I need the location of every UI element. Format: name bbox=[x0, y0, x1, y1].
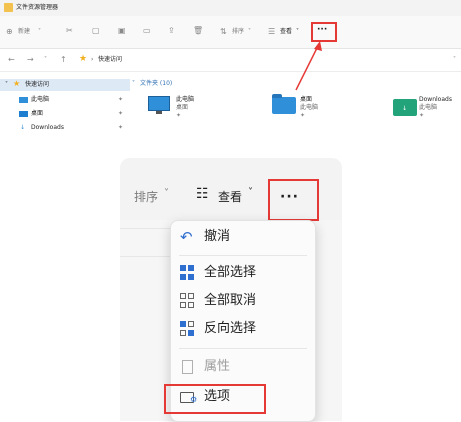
nav-item-label: 桌面 bbox=[31, 110, 44, 117]
window-title: 文件资源管理器 bbox=[16, 4, 59, 11]
up-arrow-icon[interactable]: ↑ bbox=[60, 55, 67, 64]
folder-name: Downloads bbox=[419, 96, 452, 103]
zoom-sort-button[interactable]: 排序 ˅ bbox=[134, 188, 178, 206]
zoomed-menu-panel: 排序 ˅ ☷ 查看 ˅ ··· ↶ 撤消 全部选择 全部取消 反向选择 属性 ⚙… bbox=[120, 158, 342, 422]
pin-icon: ✦ bbox=[176, 112, 182, 119]
menu-item-invert-selection[interactable]: 反向选择 bbox=[171, 315, 315, 343]
paste-icon[interactable]: ▣ bbox=[118, 26, 126, 35]
chevron-down-icon: ˅ bbox=[296, 28, 299, 35]
address-chevron-icon[interactable]: ˅ bbox=[453, 56, 456, 64]
folder-icon bbox=[272, 97, 296, 114]
select-none-icon bbox=[180, 293, 196, 309]
delete-icon[interactable]: 🗑 bbox=[193, 26, 203, 35]
chevron-down-icon: ˅ bbox=[248, 187, 253, 198]
address-bar: ← → ˅ ↑ ★ › 快速访问 ˅ bbox=[0, 49, 461, 72]
pin-icon: ✦ bbox=[118, 110, 124, 117]
nav-item-desktop[interactable]: 桌面 ✦ bbox=[0, 108, 130, 120]
new-icon: ⊕ bbox=[6, 27, 13, 36]
chevron-down-icon: ˅ bbox=[248, 28, 251, 35]
nav-item-downloads[interactable]: ↓ Downloads ✦ bbox=[0, 122, 130, 133]
nav-item-label: Downloads bbox=[31, 124, 64, 131]
pin-icon: ✦ bbox=[300, 112, 306, 119]
star-icon: ★ bbox=[13, 79, 21, 88]
download-arrow-icon: ↓ bbox=[402, 105, 408, 112]
pin-icon: ✦ bbox=[118, 96, 124, 103]
toolbar: ⊕ 新建 ˅ ✂ ▢ ▣ ▭ ⇪ 🗑 ⇅ 排序 ˅ ☰ 查看 ˅ ··· bbox=[0, 16, 461, 49]
menu-separator bbox=[179, 348, 307, 349]
breadcrumb-quick-access[interactable]: 快速访问 bbox=[98, 56, 122, 64]
nav-item-label: 快速访问 bbox=[25, 81, 50, 88]
nav-item-quick-access[interactable]: ˅ ★ 快速访问 bbox=[0, 79, 130, 91]
properties-icon bbox=[182, 360, 193, 374]
zoom-view-button[interactable]: ☷ 查看 ˅ bbox=[196, 186, 262, 206]
background-row-divider bbox=[120, 256, 170, 257]
download-icon: ↓ bbox=[20, 124, 26, 131]
monitor-icon bbox=[148, 96, 170, 111]
menu-item-select-all[interactable]: 全部选择 bbox=[171, 259, 315, 287]
history-chevron-icon[interactable]: ˅ bbox=[44, 56, 47, 64]
title-bar: 文件资源管理器 bbox=[0, 0, 461, 16]
rename-icon[interactable]: ▭ bbox=[143, 26, 151, 35]
menu-item-label: 撤消 bbox=[204, 229, 231, 244]
navigation-pane: ˅ ★ 快速访问 此电脑 ✦ 桌面 ✦ ↓ Downloads ✦ bbox=[0, 72, 130, 133]
menu-item-undo[interactable]: ↶ 撤消 bbox=[171, 223, 315, 251]
background-row-divider bbox=[120, 228, 170, 229]
zoom-view-label: 查看 bbox=[218, 190, 243, 204]
sort-button-label: 排序 bbox=[232, 28, 245, 35]
forward-arrow-icon[interactable]: → bbox=[27, 55, 34, 64]
folder-subtitle: 此电脑 bbox=[300, 104, 319, 111]
nav-item-this-pc[interactable]: 此电脑 ✦ bbox=[0, 94, 130, 106]
menu-item-select-none[interactable]: 全部取消 bbox=[171, 287, 315, 315]
folder-item-this-pc[interactable]: 此电脑 桌面 ✦ bbox=[146, 94, 236, 124]
folder-tab bbox=[272, 94, 282, 98]
view-button-label: 查看 bbox=[280, 28, 293, 35]
monitor-stand bbox=[156, 111, 162, 114]
folder-item-downloads[interactable]: ↓ Downloads 此电脑 ✦ bbox=[392, 94, 461, 124]
new-button[interactable]: ⊕ 新建 ˅ bbox=[6, 26, 50, 38]
menu-item-label: 反向选择 bbox=[204, 321, 257, 336]
share-icon[interactable]: ⇪ bbox=[168, 26, 175, 35]
chevron-down-icon: ˅ bbox=[38, 28, 41, 35]
pin-icon: ✦ bbox=[419, 112, 425, 119]
view-icon: ☷ bbox=[196, 186, 209, 202]
menu-item-label: 全部选择 bbox=[204, 265, 257, 280]
star-icon: ★ bbox=[79, 54, 88, 64]
menu-item-properties[interactable]: 属性 bbox=[171, 353, 315, 381]
zoom-more-highlight bbox=[268, 179, 319, 221]
invert-selection-icon bbox=[180, 321, 196, 337]
nav-item-label: 此电脑 bbox=[31, 96, 50, 103]
sort-button[interactable]: ⇅ 排序 ˅ bbox=[220, 26, 260, 38]
folder-subtitle: 桌面 bbox=[176, 104, 189, 111]
red-arrow-annotation bbox=[295, 41, 322, 91]
chevron-down-icon: ˅ bbox=[164, 188, 169, 199]
chevron-down-icon: ˅ bbox=[5, 81, 8, 88]
folder-name: 此电脑 bbox=[176, 96, 195, 103]
undo-icon: ↶ bbox=[180, 228, 193, 246]
menu-item-label: 全部取消 bbox=[204, 293, 257, 308]
group-header[interactable]: 文件夹 (10) bbox=[140, 80, 172, 88]
menu-separator bbox=[179, 255, 307, 256]
copy-icon[interactable]: ▢ bbox=[92, 26, 100, 35]
select-all-icon bbox=[180, 265, 196, 281]
sort-icon: ⇅ bbox=[220, 27, 227, 36]
desktop-icon bbox=[19, 111, 28, 117]
back-arrow-icon[interactable]: ← bbox=[8, 55, 15, 64]
view-icon: ☰ bbox=[268, 27, 276, 36]
menu-item-label: 属性 bbox=[204, 359, 231, 374]
cut-icon[interactable]: ✂ bbox=[66, 26, 73, 35]
chevron-down-icon: ˅ bbox=[132, 80, 135, 87]
folder-item-desktop[interactable]: 桌面 此电脑 ✦ bbox=[270, 94, 360, 124]
explorer-app-icon bbox=[4, 3, 13, 12]
folder-subtitle: 此电脑 bbox=[419, 104, 438, 111]
pin-icon: ✦ bbox=[118, 124, 124, 131]
new-button-label: 新建 bbox=[18, 28, 31, 35]
computer-icon bbox=[19, 97, 28, 103]
options-highlight bbox=[164, 384, 266, 414]
zoom-sort-label: 排序 bbox=[134, 190, 159, 204]
breadcrumb-separator: › bbox=[91, 56, 94, 63]
folder-name: 桌面 bbox=[300, 96, 313, 103]
explorer-screenshot: 文件资源管理器 ⊕ 新建 ˅ ✂ ▢ ▣ ▭ ⇪ 🗑 ⇅ 排序 ˅ ☰ 查看 ˅… bbox=[0, 0, 461, 133]
view-button[interactable]: ☰ 查看 ˅ bbox=[268, 26, 308, 38]
